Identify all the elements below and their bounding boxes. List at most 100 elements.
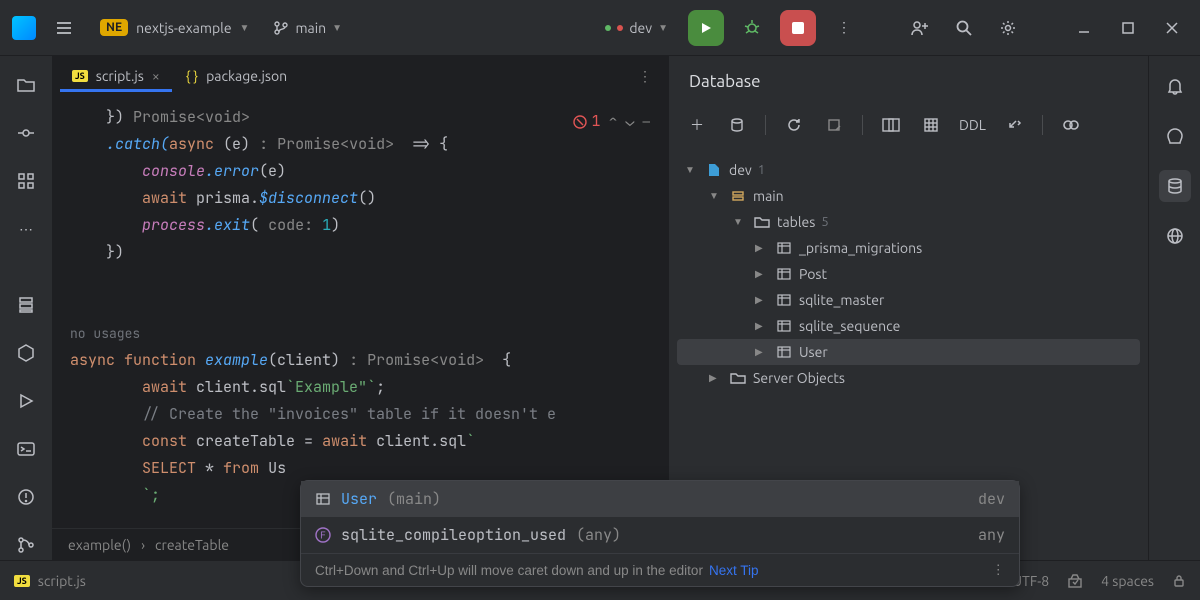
- filter-icon[interactable]: [1055, 109, 1087, 141]
- titlebar: NE nextjs-example ▼ main ▼ dev ▼ ⋮: [0, 0, 1200, 56]
- stop-refresh-icon[interactable]: [818, 109, 850, 141]
- chevron-down-icon: ▼: [685, 164, 699, 176]
- minimize-icon[interactable]: [1068, 12, 1100, 44]
- close-icon[interactable]: [1156, 12, 1188, 44]
- vcs-tool-icon[interactable]: [10, 530, 42, 560]
- json-file-icon: { }: [186, 68, 198, 84]
- chevron-right-icon: ▶: [755, 294, 769, 306]
- tab-package-json[interactable]: { } package.json: [174, 60, 299, 92]
- navigate-icon[interactable]: [998, 109, 1030, 141]
- bookmarks-tool-icon[interactable]: [10, 290, 42, 320]
- commit-tool-icon[interactable]: [10, 118, 42, 148]
- status-indent[interactable]: 4 spaces: [1101, 573, 1154, 589]
- database-tool-icon[interactable]: [1159, 170, 1191, 202]
- tree-datasource[interactable]: ▼ dev 1: [677, 157, 1140, 183]
- table-icon: [775, 241, 793, 255]
- add-datasource-icon[interactable]: ＋: [681, 109, 713, 141]
- run-tool-icon[interactable]: [10, 386, 42, 416]
- completion-popup: User (main) dev F sqlite_compileoption_u…: [300, 480, 1020, 587]
- tree-schema[interactable]: ▼ main: [677, 183, 1140, 209]
- problems-tool-icon[interactable]: [10, 482, 42, 512]
- tab-label: script.js: [96, 68, 144, 84]
- tree-table-selected[interactable]: ▶ User: [677, 339, 1140, 365]
- next-tip-link[interactable]: Next Tip: [709, 563, 759, 578]
- tree-server-objects[interactable]: ▶ Server Objects: [677, 365, 1140, 391]
- terminal-tool-icon[interactable]: [10, 434, 42, 464]
- main-menu-icon[interactable]: [48, 12, 80, 44]
- project-badge: NE: [100, 19, 128, 36]
- js-file-icon: JS: [14, 575, 30, 587]
- stop-button[interactable]: [780, 10, 816, 46]
- editor-tabs: JS script.js × { } package.json ⋮: [52, 56, 668, 96]
- run-button[interactable]: [688, 10, 724, 46]
- datasource-properties-icon[interactable]: [721, 109, 753, 141]
- completion-menu-icon[interactable]: ⋮: [992, 562, 1006, 578]
- breadcrumb-item[interactable]: example(): [68, 537, 131, 553]
- chevron-down-icon: ▼: [240, 22, 250, 34]
- status-file[interactable]: JS script.js: [14, 573, 86, 589]
- ddl-button[interactable]: DDL: [955, 117, 990, 133]
- ide-logo: [12, 16, 36, 40]
- tree-table[interactable]: ▶ _prisma_migrations: [677, 235, 1140, 261]
- settings-icon[interactable]: [992, 12, 1024, 44]
- inspection-widget[interactable]: 1 ⌃ ⌄ ⎯: [573, 108, 650, 135]
- jump-to-console-icon[interactable]: [875, 109, 907, 141]
- refresh-icon[interactable]: [778, 109, 810, 141]
- debug-button[interactable]: [736, 12, 768, 44]
- database-toolbar: ＋ DDL: [669, 105, 1148, 153]
- completion-item[interactable]: F sqlite_compileoption_used(any) any: [301, 517, 1019, 553]
- folder-icon: [753, 215, 771, 229]
- search-icon[interactable]: [948, 12, 980, 44]
- web-tool-icon[interactable]: [1159, 220, 1191, 252]
- more-tools-icon[interactable]: ⋯: [10, 214, 42, 244]
- status-dot-icon: [605, 25, 611, 31]
- next-highlight-icon[interactable]: ⌄: [625, 108, 634, 135]
- chevron-right-icon: ›: [141, 537, 145, 553]
- database-icon: [705, 162, 723, 178]
- more-actions-icon[interactable]: ⋮: [828, 12, 860, 44]
- structure-tool-icon[interactable]: [10, 166, 42, 196]
- completion-item[interactable]: User (main) dev: [301, 481, 1019, 517]
- tab-close-icon[interactable]: ×: [152, 68, 160, 84]
- project-selector[interactable]: NE nextjs-example ▼: [92, 15, 257, 40]
- tab-menu-icon[interactable]: ⋮: [630, 60, 660, 93]
- tab-script-js[interactable]: JS script.js ×: [60, 60, 172, 92]
- project-tool-icon[interactable]: [10, 70, 42, 100]
- code-editor[interactable]: 1 ⌃ ⌄ ⎯ }) Promise<void> .catch(async (e…: [52, 96, 668, 528]
- left-tool-rail: ⋯: [0, 56, 52, 560]
- tree-tables-folder[interactable]: ▼ tables 5: [677, 209, 1140, 235]
- prev-highlight-icon[interactable]: ⌃: [608, 108, 617, 135]
- table-icon: [315, 491, 331, 507]
- function-icon: F: [315, 527, 331, 543]
- usage-hint[interactable]: no usages: [70, 320, 668, 347]
- branch-selector[interactable]: main ▼: [269, 16, 346, 40]
- folder-icon: [729, 371, 747, 385]
- maximize-icon[interactable]: [1112, 12, 1144, 44]
- notifications-icon[interactable]: [1159, 70, 1191, 102]
- chevron-right-icon: ▶: [755, 346, 769, 358]
- table-icon: [775, 267, 793, 281]
- chevron-down-icon: ▼: [658, 22, 668, 34]
- breadcrumb-item[interactable]: createTable: [155, 537, 229, 553]
- status-ballot-icon[interactable]: [1067, 573, 1083, 589]
- tree-table[interactable]: ▶ Post: [677, 261, 1140, 287]
- schema-icon: [729, 189, 747, 203]
- table-view-icon[interactable]: [915, 109, 947, 141]
- run-config-selector[interactable]: dev ▼: [597, 20, 676, 36]
- status-lock-icon[interactable]: [1172, 574, 1186, 588]
- tree-table[interactable]: ▶ sqlite_sequence: [677, 313, 1140, 339]
- services-tool-icon[interactable]: [10, 338, 42, 368]
- chevron-right-icon: ▶: [755, 242, 769, 254]
- ai-assist-icon[interactable]: [1159, 120, 1191, 152]
- svg-text:F: F: [320, 529, 326, 542]
- chevron-down-icon: ▼: [709, 190, 723, 202]
- database-panel-title: Database: [669, 56, 1148, 105]
- chevron-right-icon: ▶: [709, 372, 723, 384]
- js-file-icon: JS: [72, 70, 88, 82]
- code-with-me-icon[interactable]: [904, 12, 936, 44]
- database-tree: ▼ dev 1 ▼ main ▼ tables 5: [669, 153, 1148, 395]
- tree-table[interactable]: ▶ sqlite_master: [677, 287, 1140, 313]
- chevron-right-icon: ▶: [755, 268, 769, 280]
- table-icon: [775, 345, 793, 359]
- completion-tip: Ctrl+Down and Ctrl+Up will move caret do…: [301, 553, 1019, 586]
